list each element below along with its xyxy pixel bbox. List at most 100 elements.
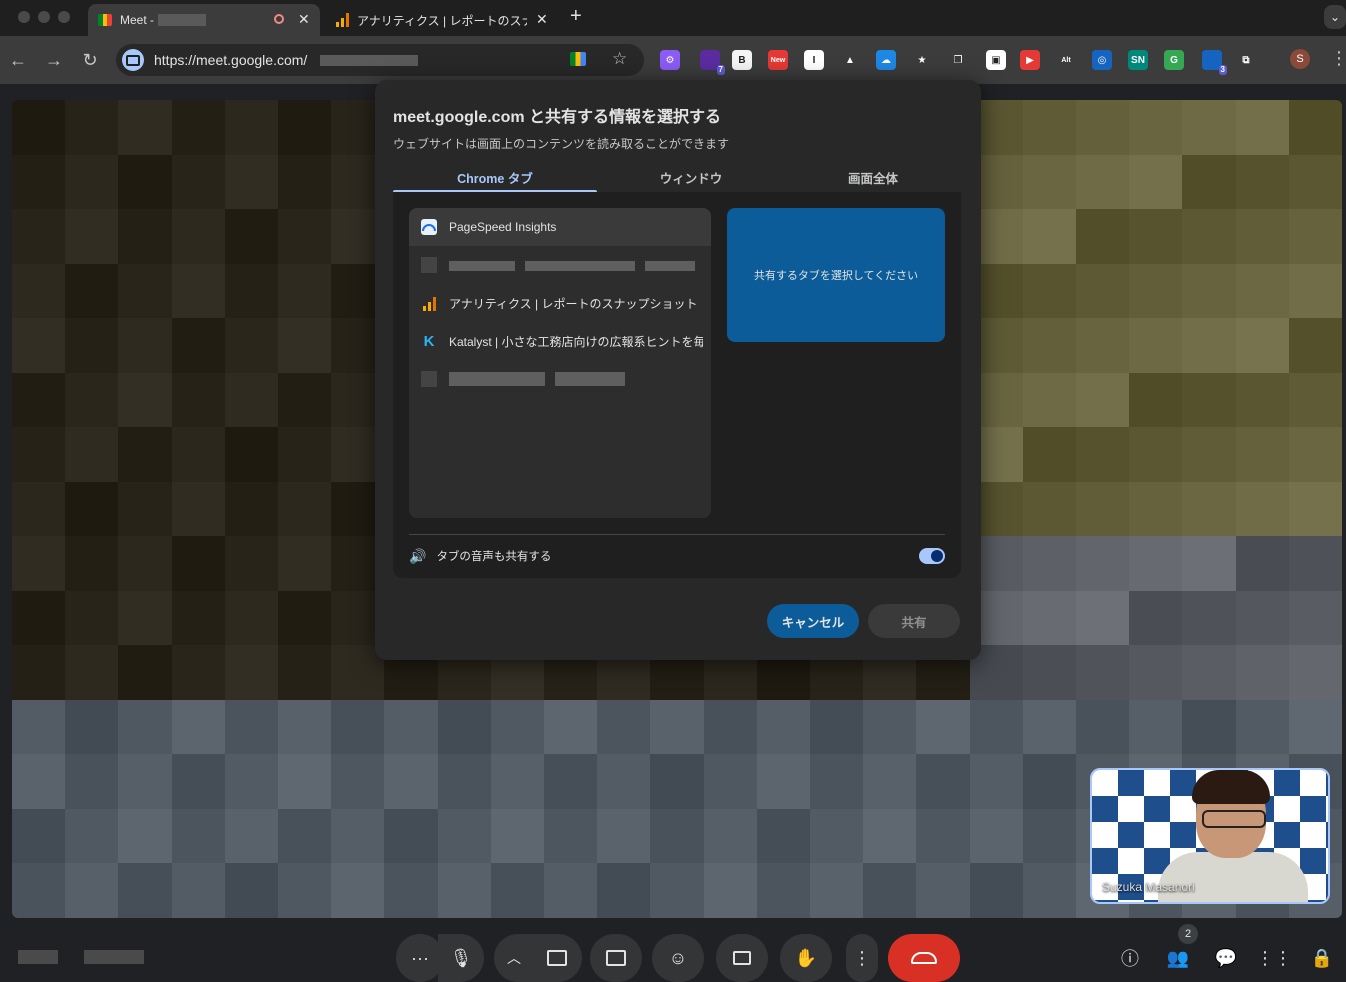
more-menu-icon[interactable]: ⋮ — [1330, 48, 1346, 69]
new-tab-button[interactable]: + — [570, 5, 582, 28]
forward-arrow-icon[interactable]: → — [42, 48, 66, 72]
meet-controls-bar: ··· 🎙 ︿ ☺ ✋ ⋮ ⓘ 2 👥 💬 ⋮⋮ 🔒 — [0, 918, 1346, 982]
tab-search-icon[interactable]: ⌄ — [1324, 5, 1346, 29]
reload-icon[interactable]: ↻ — [78, 48, 102, 72]
captions-button[interactable] — [716, 934, 768, 982]
more-vert-button[interactable]: ⋮ — [846, 934, 878, 982]
star-extension-icon[interactable]: ★ — [912, 50, 932, 70]
list-item-name: アナリティクス | レポートのスナップショット — [449, 296, 698, 311]
copy-extension-icon[interactable]: ❐ — [948, 50, 968, 70]
emoji-button[interactable]: ☺ — [652, 934, 704, 982]
address-bar[interactable]: https://meet.google.com/ ☆ — [116, 44, 644, 76]
activities-grid-icon[interactable]: ⋮⋮ — [1256, 946, 1292, 970]
back-arrow-icon[interactable]: ← — [6, 48, 30, 72]
new-extension-icon[interactable]: New — [768, 50, 788, 70]
sn-extension-icon[interactable]: SN — [1128, 50, 1148, 70]
cancel-button[interactable]: キャンセル — [767, 604, 859, 638]
badge-7-extension-icon[interactable]: 7 — [700, 50, 725, 75]
more-options-button[interactable]: ··· — [396, 934, 444, 982]
share-source-tabs: Chrome タブ ウィンドウ 画面全体 — [393, 164, 961, 193]
puzzle-extension-icon[interactable]: ⧉ — [1236, 50, 1256, 70]
speaker-icon: 🔊 — [409, 547, 427, 564]
share-button[interactable]: 共有 — [868, 604, 960, 638]
close-window-button[interactable] — [18, 11, 30, 23]
self-name: Suzuka Masanori — [1102, 880, 1195, 894]
meet-camera-icon[interactable] — [570, 52, 586, 66]
list-item[interactable]: アナリティクス | レポートのスナップショット — [409, 284, 711, 322]
chevron-up-icon: ︿ — [507, 950, 521, 966]
list-item-name — [449, 372, 703, 387]
cloud-extension-icon[interactable]: ☁ — [876, 50, 896, 70]
tab-title: Meet - — [120, 13, 155, 27]
microphone-button[interactable]: 🎙 — [438, 934, 484, 982]
minimize-window-button[interactable] — [38, 11, 50, 23]
extension-badge: 7 — [716, 65, 725, 75]
people-icon[interactable]: 👥 — [1166, 946, 1190, 970]
tab-chrome-tab[interactable]: Chrome タブ — [393, 168, 597, 187]
toggle-knob — [931, 550, 943, 562]
present-screen-button[interactable] — [590, 934, 642, 982]
divider — [409, 534, 945, 535]
tab-meet[interactable]: Meet - ✕ — [88, 4, 320, 36]
site-info-icon[interactable] — [122, 49, 144, 71]
youtube-extension-icon[interactable]: ▶ — [1020, 50, 1040, 70]
redacted-text — [320, 55, 418, 66]
ellipsis-icon: ··· — [411, 947, 429, 968]
host-controls-lock-icon[interactable]: 🔒 — [1310, 946, 1334, 970]
analytics-icon — [421, 295, 437, 311]
chat-icon[interactable]: 💬 — [1214, 946, 1238, 970]
profile-avatar[interactable]: S — [1290, 49, 1310, 69]
window-star-extension-icon[interactable]: ▣ — [986, 50, 1006, 70]
close-tab-icon[interactable]: ✕ — [536, 11, 548, 28]
b-extension-icon[interactable]: B — [732, 50, 752, 70]
raise-hand-button[interactable]: ✋ — [780, 934, 832, 982]
list-item[interactable] — [409, 246, 711, 284]
blurred-icon — [421, 371, 437, 387]
google-color-extension-icon[interactable]: G — [1164, 50, 1184, 70]
emoji-icon: ☺ — [668, 947, 688, 968]
audio-toggle[interactable] — [919, 548, 945, 564]
tab-analytics[interactable]: アナリティクス | レポートのスナ ✕ — [326, 4, 558, 36]
alt-extension-icon[interactable]: Alt — [1056, 50, 1076, 70]
close-tab-icon[interactable]: ✕ — [298, 11, 310, 28]
leave-call-button[interactable] — [888, 934, 960, 982]
camera-options-button[interactable]: ︿ — [494, 934, 534, 982]
captions-icon — [733, 951, 751, 965]
browser-toolbar: ← → ↻ https://meet.google.com/ ☆ ⚙ 7 B New I… — [0, 36, 1346, 84]
camera-button[interactable] — [532, 934, 582, 982]
recording-icon — [274, 14, 284, 24]
redacted-text — [158, 14, 207, 26]
screen-share-dialog: meet.google.com と共有する情報を選択する ウェブサイトは画面上の… — [375, 80, 981, 660]
ring-extension-icon[interactable]: ◎ — [1092, 50, 1112, 70]
dialog-subtitle: ウェブサイトは画面上のコンテンツを読み取ることができます — [393, 137, 730, 151]
drive-extension-icon[interactable]: ▲ — [840, 50, 860, 70]
katalyst-icon: K — [423, 332, 435, 350]
shield-3-extension-icon[interactable]: 3 — [1202, 50, 1227, 75]
gear-extension-icon[interactable]: ⚙ — [660, 50, 680, 70]
blurred-icon — [421, 257, 437, 273]
list-item-name: Katalyst | 小さな工務店向けの広報系ヒントを毎日 — [449, 334, 703, 349]
present-icon — [606, 950, 626, 966]
list-item[interactable] — [409, 360, 711, 398]
self-person — [1158, 852, 1308, 902]
bookmark-star-icon[interactable]: ☆ — [612, 49, 627, 69]
list-item[interactable]: PageSpeed Insights — [409, 208, 711, 246]
tab-window[interactable]: ウィンドウ — [589, 168, 793, 187]
pagespeed-icon — [421, 219, 437, 235]
tab-list: PageSpeed Insights アナリティクス | レポートのスナップショ… — [409, 208, 711, 518]
list-item[interactable]: K Katalyst | 小さな工務店向けの広報系ヒントを毎日 — [409, 322, 711, 360]
camera-icon — [547, 950, 567, 966]
analytics-favicon-icon — [336, 13, 349, 27]
tab-entire-screen[interactable]: 画面全体 — [771, 168, 975, 187]
self-hair — [1192, 770, 1270, 804]
tab-preview: 共有するタブを選択してください — [727, 208, 945, 342]
more-vert-icon: ⋮ — [853, 947, 871, 968]
self-view-tile[interactable]: Suzuka Masanori — [1090, 768, 1330, 904]
microphone-icon: 🎙 — [449, 947, 473, 968]
i-extension-icon[interactable]: I — [804, 50, 824, 70]
meeting-details-icon[interactable]: ⓘ — [1118, 946, 1142, 970]
zoom-window-button[interactable] — [58, 11, 70, 23]
meet-favicon-icon — [98, 14, 112, 26]
url-text: https://meet.google.com/ — [154, 52, 308, 68]
share-audio-row[interactable]: 🔊 タブの音声も共有する — [409, 544, 945, 568]
